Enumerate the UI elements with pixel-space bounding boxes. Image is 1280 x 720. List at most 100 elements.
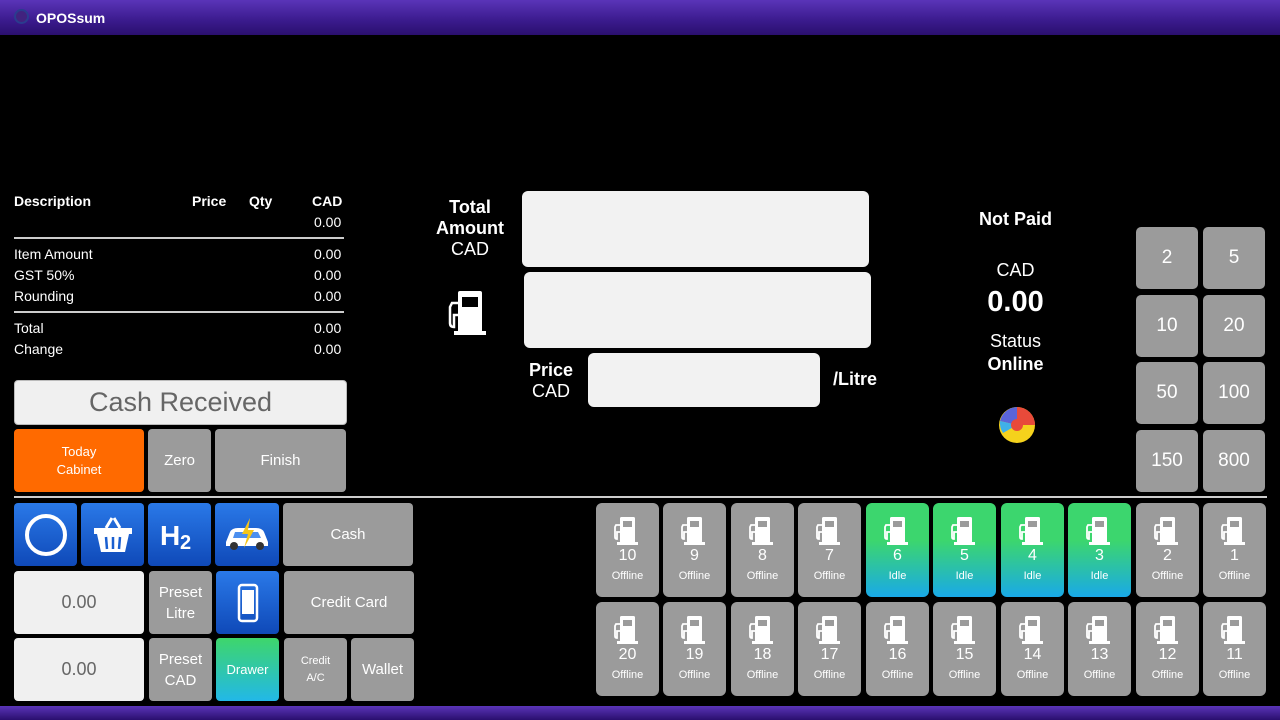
- section-divider: [14, 496, 1267, 498]
- total-value: 0.00: [314, 320, 342, 336]
- today-cabinet-button[interactable]: Today Cabinet: [14, 429, 144, 492]
- pump-6-button[interactable]: 6 Idle: [866, 503, 929, 597]
- ev-button[interactable]: [215, 503, 279, 566]
- volume-display: [524, 272, 871, 348]
- amount-150-button[interactable]: 150: [1136, 430, 1198, 492]
- credit-ac-button[interactable]: Credit A/C: [284, 638, 347, 701]
- pump-status: Offline: [1218, 669, 1251, 681]
- fuel-pump-icon: [816, 517, 840, 545]
- amount-2-button[interactable]: 2: [1136, 227, 1198, 289]
- pump-14-button[interactable]: 14 Offline: [1001, 602, 1064, 696]
- amount-20-button[interactable]: 20: [1203, 295, 1265, 357]
- pump-4-button[interactable]: 4 Idle: [1001, 503, 1064, 597]
- total-amount-line2: Amount: [436, 218, 504, 238]
- per-litre-label: /Litre: [833, 369, 878, 389]
- line-item-amount-value: 0.00: [314, 246, 342, 262]
- preset-cad-button[interactable]: Preset CAD: [149, 638, 212, 701]
- fuel-pump-icon: [1019, 616, 1043, 644]
- pump-8-button[interactable]: 8 Offline: [731, 503, 794, 597]
- preset-litre-line2: Litre: [165, 604, 196, 622]
- pump-18-button[interactable]: 18 Offline: [731, 602, 794, 696]
- col-qty: Qty: [249, 193, 273, 209]
- drawer-button[interactable]: Drawer: [216, 638, 279, 701]
- app-logo-icon: [14, 9, 29, 24]
- fuel-pump-icon: [749, 517, 773, 545]
- pump-number: 12: [1158, 646, 1177, 663]
- svg-text:H: H: [160, 520, 180, 551]
- pump-16-button[interactable]: 16 Offline: [866, 602, 929, 696]
- line-item-amount-label: Item Amount: [14, 246, 93, 262]
- col-cad: CAD: [312, 193, 343, 209]
- fuel-pump-icon: [1154, 616, 1178, 644]
- pump-7-button[interactable]: 7 Offline: [798, 503, 861, 597]
- col-price: Price: [192, 193, 227, 209]
- pump-number: 7: [825, 547, 834, 564]
- fuel-pump-icon: [884, 616, 908, 644]
- bottom-bar: [0, 706, 1280, 720]
- divider: [14, 311, 344, 313]
- pump-status: Idle: [1090, 570, 1109, 582]
- pump-number: 10: [618, 547, 637, 564]
- credit-ac-line1: Credit: [300, 654, 331, 667]
- fuel-pump-icon: [1019, 517, 1043, 545]
- pump-12-button[interactable]: 12 Offline: [1136, 602, 1199, 696]
- circle-button[interactable]: [14, 503, 77, 566]
- pump-number: 6: [893, 547, 902, 564]
- total-amount-display: [522, 191, 869, 267]
- pump-1-button[interactable]: 1 Offline: [1203, 503, 1266, 597]
- phone-button[interactable]: [216, 571, 279, 634]
- pump-status: Idle: [1023, 570, 1042, 582]
- pump-15-button[interactable]: 15 Offline: [933, 602, 996, 696]
- pump-status: Offline: [611, 570, 644, 582]
- credit-card-button[interactable]: Credit Card: [284, 571, 414, 634]
- status-amount: 0.00: [987, 286, 1044, 318]
- pump-status: Offline: [1083, 669, 1116, 681]
- pump-3-button[interactable]: 3 Idle: [1068, 503, 1131, 597]
- pump-10-button[interactable]: 10 Offline: [596, 503, 659, 597]
- receipt-subtotal-value: 0.00: [314, 214, 342, 230]
- basket-button[interactable]: [81, 503, 144, 566]
- cash-received-input[interactable]: Cash Received: [14, 380, 347, 425]
- change-label: Change: [14, 341, 64, 357]
- finish-button[interactable]: Finish: [215, 429, 346, 492]
- amount-5-button[interactable]: 5: [1203, 227, 1265, 289]
- app-title: OPOSsum: [36, 10, 106, 26]
- hydrogen-button[interactable]: H 2: [148, 503, 211, 566]
- amount-10-button[interactable]: 10: [1136, 295, 1198, 357]
- pump-19-button[interactable]: 19 Offline: [663, 602, 726, 696]
- wallet-button[interactable]: Wallet: [351, 638, 414, 701]
- pump-number: 8: [758, 547, 767, 564]
- amount-800-button[interactable]: 800: [1203, 430, 1265, 492]
- price-display: [588, 353, 820, 407]
- preset-cad-line1: Preset: [158, 650, 203, 668]
- pump-status: Offline: [1016, 669, 1049, 681]
- fuel-pump-icon: [681, 616, 705, 644]
- pump-17-button[interactable]: 17 Offline: [798, 602, 861, 696]
- preset-litre-button[interactable]: Preset Litre: [149, 571, 212, 634]
- pump-20-button[interactable]: 20 Offline: [596, 602, 659, 696]
- cash-button[interactable]: Cash: [283, 503, 413, 566]
- svg-text:2: 2: [180, 532, 191, 551]
- fuel-pump-icon: [448, 291, 486, 335]
- change-value: 0.00: [314, 341, 342, 357]
- preset-litre-input[interactable]: 0.00: [14, 571, 144, 634]
- preset-litre-line1: Preset: [158, 583, 203, 601]
- pump-2-button[interactable]: 2 Offline: [1136, 503, 1199, 597]
- price-line1: Price: [528, 360, 574, 380]
- pump-5-button[interactable]: 5 Idle: [933, 503, 996, 597]
- pump-9-button[interactable]: 9 Offline: [663, 503, 726, 597]
- pump-status: Idle: [888, 570, 907, 582]
- total-label: Total: [14, 320, 44, 336]
- fuel-pump-icon: [681, 517, 705, 545]
- pump-11-button[interactable]: 11 Offline: [1203, 602, 1266, 696]
- pump-status: Offline: [678, 570, 711, 582]
- amount-100-button[interactable]: 100: [1203, 362, 1265, 424]
- pump-13-button[interactable]: 13 Offline: [1068, 602, 1131, 696]
- price-line2: CAD: [531, 381, 570, 401]
- amount-50-button[interactable]: 50: [1136, 362, 1198, 424]
- fuel-pump-icon: [1086, 517, 1110, 545]
- zero-button[interactable]: Zero: [148, 429, 211, 492]
- fuel-pump-icon: [749, 616, 773, 644]
- preset-cad-input[interactable]: 0.00: [14, 638, 144, 701]
- pump-number: 14: [1023, 646, 1042, 663]
